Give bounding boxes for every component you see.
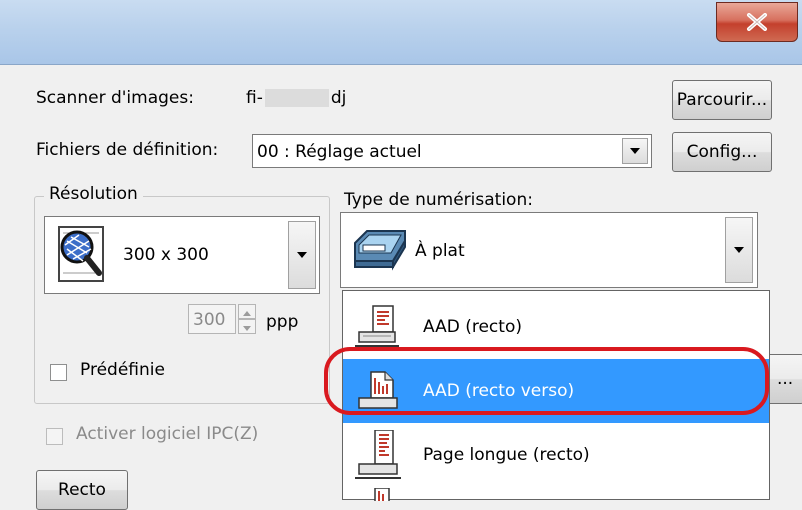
recto-button[interactable]: Recto (36, 470, 128, 510)
scan-type-label: Type de numérisation: (344, 190, 533, 210)
definition-value: 00 : Réglage actuel (257, 142, 422, 162)
scanner-label: Scanner d'images: (36, 88, 194, 108)
resolution-spin-input[interactable]: 300 (188, 304, 236, 334)
config-button[interactable]: Config... (672, 132, 772, 172)
highlight-annotation (324, 347, 769, 415)
scan-type-select[interactable]: À plat (340, 212, 758, 288)
long-page-icon (351, 429, 407, 480)
resolution-spinner[interactable] (238, 304, 256, 334)
definition-label: Fichiers de définition: (36, 140, 219, 160)
scan-type-option-long-page[interactable]: Page longue (recto) (343, 423, 769, 487)
chevron-down-icon (297, 252, 307, 258)
resolution-unit: ppp (266, 312, 299, 332)
scan-type-option-label: AAD (recto) (423, 317, 522, 337)
spin-down-icon (243, 326, 251, 331)
definition-select[interactable]: 00 : Réglage actuel (252, 134, 652, 168)
ipc-label: Activer logiciel IPC(Z) (76, 424, 259, 444)
spin-up-button[interactable] (238, 304, 256, 319)
spin-down-button[interactable] (238, 319, 256, 334)
scan-type-value: À plat (415, 241, 465, 261)
close-icon (747, 13, 767, 31)
adf-simplex-icon (351, 302, 407, 352)
resolution-select[interactable]: 300 x 300 (44, 216, 320, 294)
next-option-icon (373, 487, 393, 501)
resolution-dropdown-arrow[interactable] (288, 221, 316, 289)
title-bar (0, 0, 802, 65)
scanner-model-prefix: fi- (246, 88, 263, 108)
scan-type-option-label: Page longue (recto) (423, 445, 590, 465)
scanner-model-suffix: dj (330, 88, 347, 108)
resolution-value: 300 x 300 (123, 245, 209, 265)
flatbed-icon (349, 221, 409, 277)
browse-button[interactable]: Parcourir... (672, 80, 772, 120)
preset-checkbox[interactable] (50, 364, 67, 381)
scanner-model: fi- dj (246, 88, 346, 108)
ipc-checkbox[interactable] (46, 428, 63, 445)
scanner-model-redacted (264, 89, 329, 107)
definition-dropdown-arrow[interactable] (622, 138, 648, 164)
resolution-magnifier-icon (53, 223, 109, 285)
chevron-down-icon (734, 247, 744, 253)
close-button[interactable] (716, 2, 798, 42)
chevron-down-icon (630, 148, 640, 154)
scan-type-dropdown-arrow[interactable] (725, 217, 753, 283)
preset-label: Prédéfinie (80, 360, 165, 380)
resolution-group-label: Résolution (44, 184, 143, 204)
resolution-spin-value: 300 (193, 310, 226, 330)
